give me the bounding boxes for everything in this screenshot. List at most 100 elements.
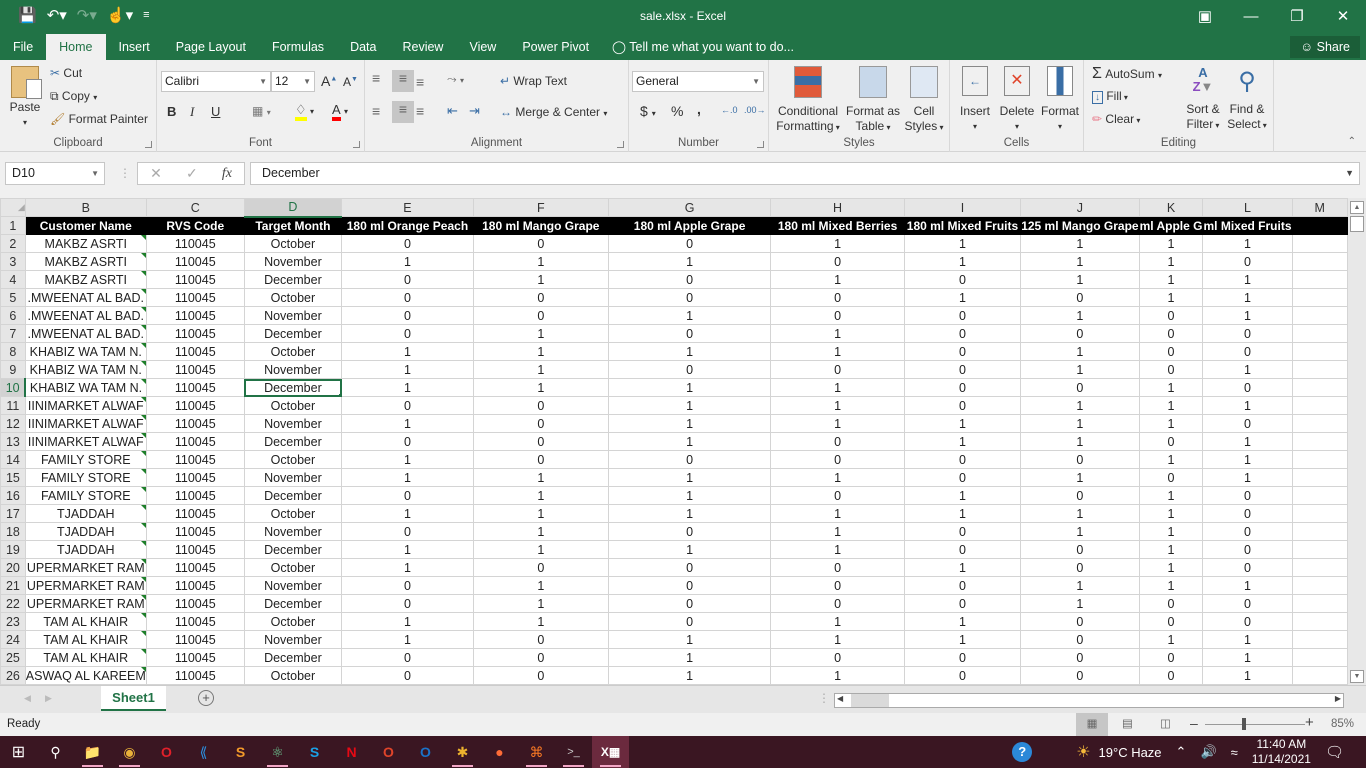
- quantity-cell[interactable]: 0: [1202, 540, 1293, 559]
- quantity-cell[interactable]: 1: [1020, 342, 1140, 361]
- quantity-cell[interactable]: 0: [472, 648, 609, 667]
- row-header[interactable]: 26: [0, 666, 26, 685]
- quantity-cell[interactable]: 0: [607, 270, 772, 289]
- quantity-cell[interactable]: 1: [341, 468, 474, 487]
- row-header[interactable]: 12: [0, 414, 26, 433]
- bold-button[interactable]: B: [167, 104, 176, 119]
- target-month-cell[interactable]: November: [243, 630, 343, 649]
- quantity-cell[interactable]: 0: [1020, 486, 1140, 505]
- scroll-up-icon[interactable]: ▲: [1350, 201, 1364, 214]
- quantity-cell[interactable]: 0: [1138, 612, 1204, 631]
- quantity-cell[interactable]: 0: [1138, 306, 1204, 325]
- formula-bar-divider[interactable]: ⋮: [119, 166, 131, 180]
- empty-cell[interactable]: [1291, 558, 1348, 577]
- quantity-cell[interactable]: 1: [472, 252, 609, 271]
- quantity-cell[interactable]: 1: [1138, 576, 1204, 595]
- quantity-cell[interactable]: 1: [1020, 234, 1140, 253]
- quantity-cell[interactable]: 0: [1202, 504, 1293, 523]
- empty-cell[interactable]: [1291, 648, 1348, 667]
- quantity-cell[interactable]: 1: [472, 594, 609, 613]
- quantity-cell[interactable]: 0: [770, 450, 905, 469]
- quantity-cell[interactable]: 1: [1138, 630, 1204, 649]
- target-month-cell[interactable]: December: [243, 648, 343, 667]
- empty-cell[interactable]: [1291, 468, 1348, 487]
- quantity-cell[interactable]: 0: [341, 288, 474, 307]
- column-header-d[interactable]: D: [243, 198, 343, 218]
- sort-filter-button[interactable]: A Z▼ Sort & Filter ▾: [1182, 66, 1224, 133]
- quantity-cell[interactable]: 1: [341, 252, 474, 271]
- grow-font-button[interactable]: A▲: [321, 73, 337, 89]
- quantity-cell[interactable]: 1: [607, 540, 772, 559]
- zoom-slider-thumb[interactable]: [1242, 718, 1246, 730]
- row-header[interactable]: 17: [0, 504, 26, 523]
- rvs-code-cell[interactable]: 110045: [145, 378, 245, 397]
- quantity-cell[interactable]: 1: [903, 612, 1022, 631]
- quantity-cell[interactable]: 0: [472, 306, 609, 325]
- percent-button[interactable]: %: [671, 103, 683, 119]
- quantity-cell[interactable]: 1: [1138, 486, 1204, 505]
- empty-cell[interactable]: [1291, 450, 1348, 469]
- quantity-cell[interactable]: 1: [341, 540, 474, 559]
- quantity-cell[interactable]: 0: [1202, 486, 1293, 505]
- expand-formula-icon[interactable]: ▼: [1345, 163, 1354, 184]
- customer-name-cell[interactable]: FAMILY STORE: [24, 468, 147, 487]
- quantity-cell[interactable]: 1: [472, 504, 609, 523]
- quantity-cell[interactable]: 1: [1202, 432, 1293, 451]
- header-cell[interactable]: RVS Code: [145, 216, 245, 235]
- row-header[interactable]: 4: [0, 270, 26, 289]
- quantity-cell[interactable]: 1: [1138, 450, 1204, 469]
- column-header-j[interactable]: J: [1020, 198, 1140, 217]
- empty-cell[interactable]: [1291, 540, 1348, 559]
- quantity-cell[interactable]: 0: [472, 396, 609, 415]
- quantity-cell[interactable]: 0: [770, 594, 905, 613]
- rvs-code-cell[interactable]: 110045: [145, 594, 245, 613]
- quantity-cell[interactable]: 1: [770, 396, 905, 415]
- target-month-cell[interactable]: December: [243, 378, 343, 397]
- quantity-cell[interactable]: 0: [472, 558, 609, 577]
- customer-name-cell[interactable]: IINIMARKET ALWAF: [24, 432, 147, 451]
- zoom-level[interactable]: 85%: [1331, 718, 1354, 730]
- quantity-cell[interactable]: 0: [1138, 468, 1204, 487]
- quantity-cell[interactable]: 1: [472, 342, 609, 361]
- quantity-cell[interactable]: 0: [341, 270, 474, 289]
- scroll-sheets-left-icon[interactable]: ◀: [24, 693, 31, 704]
- empty-cell[interactable]: [1291, 342, 1348, 361]
- customer-name-cell[interactable]: TJADDAH: [24, 540, 147, 559]
- row-header[interactable]: 3: [0, 252, 26, 271]
- rvs-code-cell[interactable]: 110045: [145, 270, 245, 289]
- column-header-i[interactable]: I: [903, 198, 1022, 217]
- quantity-cell[interactable]: 0: [1138, 432, 1204, 451]
- rvs-code-cell[interactable]: 110045: [145, 306, 245, 325]
- quantity-cell[interactable]: 1: [1202, 360, 1293, 379]
- scroll-sheets-right-icon[interactable]: ▶: [45, 693, 52, 704]
- quantity-cell[interactable]: 1: [1020, 504, 1140, 523]
- quantity-cell[interactable]: 1: [1020, 270, 1140, 289]
- share-button[interactable]: ☺ Share: [1290, 36, 1360, 58]
- page-layout-view-icon[interactable]: ▤: [1122, 716, 1133, 730]
- quantity-cell[interactable]: 0: [1020, 378, 1140, 397]
- quantity-cell[interactable]: 1: [1020, 576, 1140, 595]
- number-launcher[interactable]: [757, 141, 764, 148]
- fill-color-button[interactable]: ♢ ▾: [295, 102, 314, 121]
- copy-button[interactable]: ⧉ Copy ▾: [50, 89, 97, 104]
- rvs-code-cell[interactable]: 110045: [145, 414, 245, 433]
- quantity-cell[interactable]: 1: [770, 234, 905, 253]
- slack-icon[interactable]: ✱: [444, 736, 481, 768]
- quantity-cell[interactable]: 1: [1202, 396, 1293, 415]
- header-cell[interactable]: 180 ml Mixed Fruits: [903, 216, 1022, 235]
- number-format-combo[interactable]: General ▼: [632, 71, 764, 92]
- row-header[interactable]: 9: [0, 360, 26, 379]
- zoom-out-button[interactable]: –: [1190, 715, 1198, 731]
- quantity-cell[interactable]: 0: [1020, 666, 1140, 685]
- quantity-cell[interactable]: 1: [1020, 414, 1140, 433]
- show-hidden-icons-icon[interactable]: ⌃: [1176, 744, 1187, 760]
- quantity-cell[interactable]: 1: [1138, 288, 1204, 307]
- quantity-cell[interactable]: 0: [472, 450, 609, 469]
- quantity-cell[interactable]: 1: [472, 324, 609, 343]
- alignment-launcher[interactable]: [617, 141, 624, 148]
- rvs-code-cell[interactable]: 110045: [145, 540, 245, 559]
- customer-name-cell[interactable]: TAM AL KHAIR: [24, 612, 147, 631]
- quantity-cell[interactable]: 0: [1020, 630, 1140, 649]
- rvs-code-cell[interactable]: 110045: [145, 288, 245, 307]
- quantity-cell[interactable]: 0: [1138, 360, 1204, 379]
